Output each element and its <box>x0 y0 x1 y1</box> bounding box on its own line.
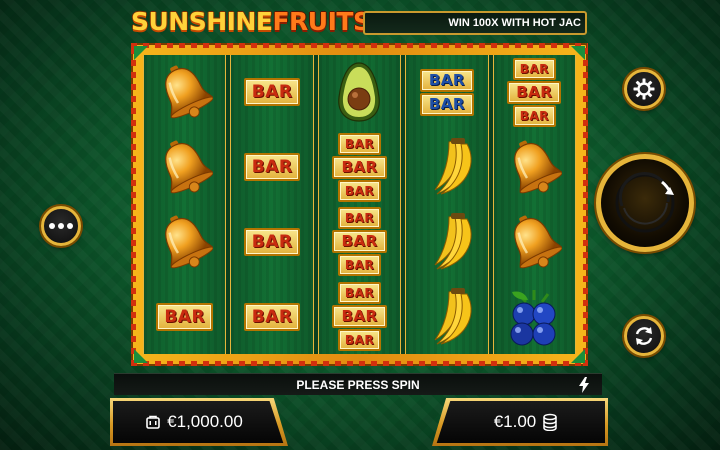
bar-symbol: BAR <box>236 283 308 351</box>
bet-value: €1.00 <box>493 412 537 431</box>
more-icon <box>49 223 73 229</box>
bar-symbol: BAR <box>236 208 308 276</box>
bar-label: BAR <box>344 286 375 301</box>
bell-icon <box>149 133 221 201</box>
banana-icon <box>411 208 483 276</box>
message-bar: PLEASE PRESS SPIN <box>114 373 602 395</box>
coins-icon <box>543 413 558 431</box>
bell-icon <box>149 58 221 126</box>
status-message: PLEASE PRESS SPIN <box>296 377 420 392</box>
reel-2: BAR BAR BAR BAR <box>230 55 314 354</box>
game-logo: SUNSHINE FRUITS <box>131 6 371 36</box>
bar-label: BAR <box>519 108 549 123</box>
ticker-text: WIN 100X WITH HOT JAC <box>448 17 581 29</box>
triple-bar-symbol: BAR BAR BAR <box>323 282 395 352</box>
double-bar-symbol: BAR BAR <box>411 58 483 126</box>
reel-4: BAR BAR <box>405 55 489 354</box>
turbo-bolt-icon[interactable] <box>578 377 590 393</box>
banana-icon <box>411 133 483 201</box>
bar-label: BAR <box>344 211 375 226</box>
bell-icon <box>149 208 221 276</box>
reel-frame: BAR BAR BAR BAR BAR BAR BAR BAR BAR BAR BAR BAR BAR… <box>131 43 588 366</box>
balance-value: €1,000.00 <box>167 412 243 431</box>
triple-bar-symbol: BAR BAR BAR <box>323 207 395 277</box>
bar-label: BAR <box>251 306 293 327</box>
gear-icon <box>633 78 655 100</box>
settings-button[interactable] <box>624 69 664 109</box>
avocado-icon <box>323 58 395 126</box>
reel-grid: BAR BAR BAR BAR BAR BAR BAR BAR BAR BAR BAR BAR BAR… <box>143 55 576 354</box>
triple-bar-symbol: BAR BAR BAR <box>498 57 570 127</box>
bar-label: BAR <box>341 157 378 176</box>
bar-label: BAR <box>344 333 375 348</box>
spin-button[interactable] <box>596 154 694 252</box>
reel-5: BAR BAR BAR <box>492 55 576 354</box>
bar-label: BAR <box>428 94 465 113</box>
bet-panel[interactable]: €1.00 <box>432 398 608 446</box>
autoplay-button[interactable] <box>624 316 664 356</box>
bar-label: BAR <box>344 183 375 198</box>
banana-icon <box>411 283 483 351</box>
logo-word-fruits: FRUITS <box>272 6 371 36</box>
triple-bar-symbol: BAR BAR BAR <box>323 132 395 202</box>
bell-icon <box>498 208 570 276</box>
bar-label: BAR <box>164 306 206 327</box>
bar-label: BAR <box>344 136 375 151</box>
bar-label: BAR <box>519 61 549 76</box>
plums-icon <box>498 283 570 351</box>
bar-symbol: BAR <box>236 133 308 201</box>
balance-panel: €1,000.00 <box>110 398 288 446</box>
bar-symbol: BAR <box>149 283 221 351</box>
bar-label: BAR <box>251 231 293 252</box>
bar-symbol: BAR <box>236 58 308 126</box>
bar-label: BAR <box>344 258 375 273</box>
logo-word-sunshine: SUNSHINE <box>131 6 273 36</box>
wallet-icon <box>146 415 160 429</box>
bar-label: BAR <box>341 307 378 326</box>
bar-label: BAR <box>251 157 293 178</box>
bar-label: BAR <box>516 82 553 101</box>
bell-icon <box>498 133 570 201</box>
bar-label: BAR <box>251 82 293 103</box>
menu-button[interactable] <box>41 206 81 246</box>
reel-3: BAR BAR BAR BAR BAR BAR BAR BAR BAR <box>317 55 402 354</box>
bar-label: BAR <box>341 232 378 251</box>
reel-1: BAR <box>143 55 227 354</box>
jackpot-ticker: WIN 100X WITH HOT JAC <box>363 11 587 35</box>
spin-arrow-icon <box>615 172 675 233</box>
bar-label: BAR <box>428 70 465 89</box>
autoplay-icon <box>635 327 653 345</box>
